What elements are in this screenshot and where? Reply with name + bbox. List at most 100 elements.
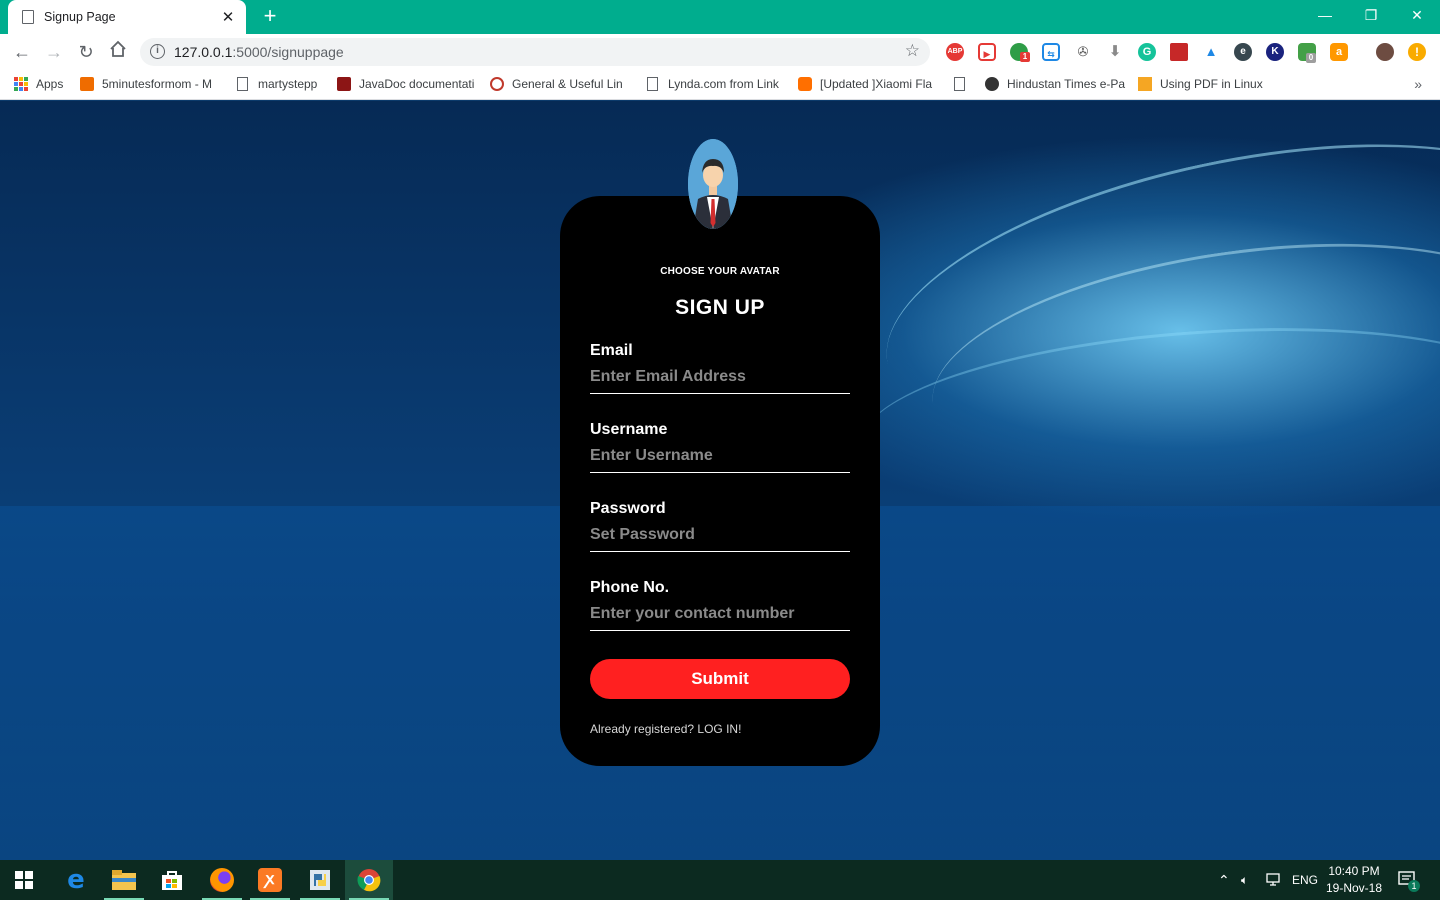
page-title: SIGN UP — [675, 296, 765, 319]
restore-button[interactable]: ❐ — [1348, 0, 1394, 30]
edge-icon: e — [67, 865, 85, 895]
tab-strip: Signup Page ✕ + — ❐ ✕ — [0, 0, 1440, 34]
bookmark-star-icon[interactable]: ☆ — [905, 41, 920, 61]
avatar[interactable] — [688, 139, 738, 229]
phone-label: Phone No. — [590, 579, 670, 596]
reload-button[interactable]: ↻ — [74, 40, 98, 64]
puzzle-ext-icon[interactable]: 0 — [1298, 43, 1316, 63]
edge-taskbar-item[interactable]: e — [52, 860, 100, 900]
orange-logo-icon — [80, 77, 94, 91]
volume-icon[interactable]: 🔈︎ — [1241, 860, 1248, 900]
page-icon — [954, 77, 965, 91]
tab-close-icon[interactable]: ✕ — [220, 8, 236, 26]
back-button[interactable]: ← — [10, 40, 34, 64]
clock[interactable]: 10:40 PM 19-Nov-18 — [1322, 863, 1386, 897]
home-icon — [110, 40, 126, 57]
chrome-icon — [357, 869, 381, 892]
login-link[interactable]: Already registered? LOG IN! — [590, 722, 741, 736]
bookmark-hindustan-times[interactable]: Hindustan Times e-Pa — [985, 77, 1125, 91]
address-bar[interactable]: i 127.0.0.1:5000/signuppage ☆ — [140, 38, 930, 66]
notification-count-badge: 1 — [1408, 880, 1420, 892]
password-label: Password — [590, 500, 666, 517]
xampp-icon: ꭗ — [258, 868, 282, 892]
apps-grid-icon — [14, 77, 28, 91]
miui-icon — [798, 77, 812, 91]
windows-logo-icon — [15, 871, 33, 889]
page-icon — [237, 77, 248, 91]
phone-field[interactable] — [590, 603, 850, 631]
username-label: Username — [590, 421, 668, 438]
xampp-taskbar-item[interactable]: ꭗ — [246, 860, 294, 900]
email-label: Email — [590, 342, 633, 359]
firefox-taskbar-item[interactable] — [198, 860, 246, 900]
stanford-icon — [337, 77, 351, 91]
bookmarks-overflow-icon[interactable]: » — [1414, 76, 1422, 92]
file-explorer-taskbar-item[interactable] — [100, 860, 148, 900]
update-alert-icon[interactable]: ! — [1408, 43, 1426, 61]
amazon-ext-icon[interactable]: a — [1330, 43, 1348, 61]
bookmark-pdf-linux[interactable]: Using PDF in Linux — [1138, 77, 1263, 91]
email-field[interactable] — [590, 366, 850, 394]
store-icon — [162, 871, 182, 890]
ht-icon — [985, 77, 999, 91]
drive-ext-icon[interactable]: ▲ — [1202, 43, 1220, 61]
folder-icon — [112, 870, 136, 890]
new-tab-button[interactable]: + — [258, 5, 282, 29]
clock-time: 10:40 PM — [1328, 864, 1380, 878]
chevron-up-icon: ⌃ — [1218, 871, 1230, 888]
language-indicator[interactable]: ENG — [1292, 860, 1318, 900]
k-ext-icon[interactable]: K — [1266, 43, 1284, 61]
adblock-plus-icon[interactable]: ABP — [946, 43, 964, 61]
bookmark-apps[interactable]: Apps — [14, 77, 63, 91]
browser-toolbar: ← → ↻ i 127.0.0.1:5000/signuppage ☆ ABP … — [0, 34, 1440, 70]
bookmark-lynda[interactable]: Lynda.com from Link — [647, 77, 779, 91]
red-book-ext-icon[interactable] — [1170, 43, 1188, 61]
film-ext-icon[interactable]: ✇ — [1074, 43, 1092, 61]
clock-date: 19-Nov-18 — [1325, 881, 1383, 895]
profile-avatar[interactable] — [1376, 43, 1394, 61]
grammarly-icon[interactable]: G — [1138, 43, 1156, 61]
businessman-avatar-icon — [688, 139, 738, 229]
minimize-button[interactable]: — — [1302, 0, 1348, 30]
forward-button[interactable]: → — [42, 40, 66, 64]
gear-logo-icon — [490, 77, 504, 91]
choose-avatar-caption[interactable]: CHOOSE YOUR AVATAR — [560, 266, 880, 277]
network-icon[interactable] — [1266, 860, 1282, 900]
username-field[interactable] — [590, 445, 850, 473]
python-idle-taskbar-item[interactable] — [296, 860, 344, 900]
store-taskbar-item[interactable] — [148, 860, 196, 900]
start-button[interactable] — [0, 860, 48, 900]
python-icon — [310, 870, 330, 890]
bookmarks-bar: Apps 5minutesformom - M martystepp JavaD… — [0, 70, 1440, 100]
action-center-button[interactable]: 1 — [1398, 860, 1420, 900]
download-ext-icon[interactable]: ⬇ — [1106, 43, 1124, 61]
page-icon — [22, 10, 34, 24]
bookmark-5minutesformom[interactable]: 5minutesformom - M — [80, 77, 212, 91]
close-window-button[interactable]: ✕ — [1394, 0, 1440, 30]
page-background: CHOOSE YOUR AVATAR SIGN UP Email Usernam… — [0, 101, 1440, 860]
pdf-icon — [1138, 77, 1152, 91]
firefox-icon — [210, 868, 234, 892]
windows-taskbar: e ꭗ ⌃ 🔈︎ ENG 10:40 PM 19-Nov-18 1 — [0, 860, 1440, 900]
page-icon — [647, 77, 658, 91]
bookmark-xiaomi[interactable]: [Updated ]Xiaomi Fla — [798, 77, 932, 91]
ext-badge: 0 — [1306, 53, 1316, 63]
bookmark-javadoc[interactable]: JavaDoc documentati — [337, 77, 474, 91]
submit-button[interactable]: Submit — [590, 659, 850, 699]
screenshot-ext-icon[interactable]: ⇆ — [1042, 43, 1060, 61]
show-hidden-icons[interactable]: ⌃ — [1218, 860, 1230, 900]
chrome-taskbar-item[interactable] — [345, 860, 393, 900]
video-ext-icon[interactable]: ▶ — [978, 43, 996, 61]
tab-signup-page[interactable]: Signup Page ✕ — [8, 0, 246, 34]
bookmark-untitled[interactable] — [954, 77, 975, 91]
e-ext-icon[interactable]: e — [1234, 43, 1252, 61]
url-text: 127.0.0.1:5000/signuppage — [174, 44, 344, 60]
green-ext-icon[interactable]: 1 — [1010, 43, 1030, 62]
password-field[interactable] — [590, 524, 850, 552]
bookmark-martystepp[interactable]: martystepp — [237, 77, 317, 91]
home-button[interactable] — [106, 40, 130, 64]
signup-card: CHOOSE YOUR AVATAR SIGN UP Email Usernam… — [560, 196, 880, 766]
ext-badge: 1 — [1020, 52, 1030, 62]
site-info-icon[interactable]: i — [150, 44, 165, 59]
bookmark-general-useful[interactable]: General & Useful Lin — [490, 77, 623, 91]
